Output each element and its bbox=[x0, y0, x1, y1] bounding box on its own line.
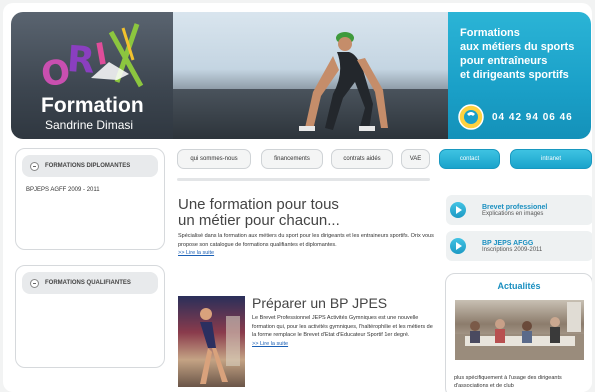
nav-vae[interactable]: VAE bbox=[401, 149, 430, 169]
svg-text:R: R bbox=[66, 39, 97, 82]
athlete-image bbox=[299, 32, 388, 131]
play-icon[interactable] bbox=[450, 238, 466, 254]
collapse-icon[interactable] bbox=[30, 161, 39, 171]
tagline-line: aux métiers du sports bbox=[460, 41, 575, 53]
tagline-line: Formations bbox=[460, 27, 520, 39]
promo-text: Brevet professionel Explications en imag… bbox=[482, 204, 547, 217]
phone-number[interactable]: 04 42 94 06 46 bbox=[492, 112, 573, 123]
promo-subtitle: Inscriptions 2009-2011 bbox=[482, 246, 543, 253]
promo-bp-jeps-afgg[interactable]: BP JEPS AFGG Inscriptions 2009-2011 bbox=[446, 231, 592, 261]
news-photo bbox=[455, 300, 584, 360]
header-photo bbox=[173, 12, 450, 139]
bp-text: Le Brevet Professionnel JEPS Activités G… bbox=[252, 315, 433, 338]
phone-row: 04 42 94 06 46 bbox=[458, 104, 573, 130]
gymnast-photo bbox=[178, 296, 245, 387]
sidebar-link[interactable]: BPJEPS AGFF 2009 - 2011 bbox=[16, 177, 164, 193]
read-more-link[interactable]: >> Lire la suite bbox=[178, 250, 214, 256]
meeting-image bbox=[455, 302, 584, 360]
news-text: plus spécifiquement à l'usage des dirige… bbox=[454, 375, 562, 389]
play-icon[interactable] bbox=[450, 202, 466, 218]
nav-qui-sommes-nous[interactable]: qui sommes-nous bbox=[177, 149, 251, 169]
tagline: Formations aux métiers du sports pour en… bbox=[460, 26, 574, 82]
header-banner: O R I Formation Sandrine Dimasi Formatio… bbox=[11, 12, 591, 139]
news-title: Actualités bbox=[497, 281, 541, 291]
nav-financements[interactable]: financements bbox=[261, 149, 323, 169]
page: O R I Formation Sandrine Dimasi Formatio… bbox=[3, 3, 592, 392]
phone-contact-icon bbox=[458, 104, 484, 130]
nav-contrats-aides[interactable]: contrats aidés bbox=[331, 149, 393, 169]
sidebar-box-title[interactable]: FORMATIONS DIPLOMANTES bbox=[22, 155, 158, 177]
sidebar-title-text: FORMATIONS QUALIFIANTES bbox=[45, 280, 131, 286]
bp-heading: Préparer un BP JPES bbox=[252, 295, 388, 311]
promo-text: BP JEPS AFGG Inscriptions 2009-2011 bbox=[482, 240, 542, 253]
sidebar-box-diplomantes: FORMATIONS DIPLOMANTES BPJEPS AGFF 2009 … bbox=[15, 148, 165, 250]
sidebar-box-qualifiantes: FORMATIONS QUALIFIANTES bbox=[15, 265, 165, 368]
contact-button[interactable]: contact bbox=[439, 149, 500, 169]
orix-logo-icon: O R I bbox=[39, 23, 144, 95]
gymnast-image bbox=[200, 308, 240, 384]
intro-text: Spécialisé dans la formation aux métiers… bbox=[178, 233, 434, 248]
sidebar-title-text: FORMATIONS DIPLOMANTES bbox=[45, 163, 131, 169]
promo-brevet-professionel[interactable]: Brevet professionel Explications en imag… bbox=[446, 195, 592, 225]
intro-paragraph: Spécialisé dans la formation aux métiers… bbox=[178, 232, 434, 258]
bp-paragraph: Le Brevet Professionnel JEPS Activités G… bbox=[252, 314, 434, 348]
main-heading-line2: un métier pour chacun... bbox=[178, 212, 340, 229]
intranet-button[interactable]: intranet bbox=[510, 149, 592, 169]
tagline-line: pour entraîneurs bbox=[460, 55, 548, 67]
tagline-line: et dirigeants sportifs bbox=[460, 69, 569, 81]
read-more-link[interactable]: >> Lire la suite bbox=[252, 341, 288, 347]
promo-title: BP JEPS AFGG bbox=[482, 239, 534, 247]
tagline-panel: Formations aux métiers du sports pour en… bbox=[448, 12, 591, 139]
promo-subtitle: Explications en images bbox=[482, 210, 544, 217]
divider bbox=[177, 178, 430, 181]
brand-name: Formation bbox=[41, 94, 144, 117]
logo-panel[interactable]: O R I Formation Sandrine Dimasi bbox=[11, 12, 173, 139]
collapse-icon[interactable] bbox=[30, 278, 39, 288]
promo-title: Brevet professionel bbox=[482, 203, 548, 211]
brand-subtitle: Sandrine Dimasi bbox=[45, 118, 134, 132]
sidebar-box-title[interactable]: FORMATIONS QUALIFIANTES bbox=[22, 272, 158, 294]
